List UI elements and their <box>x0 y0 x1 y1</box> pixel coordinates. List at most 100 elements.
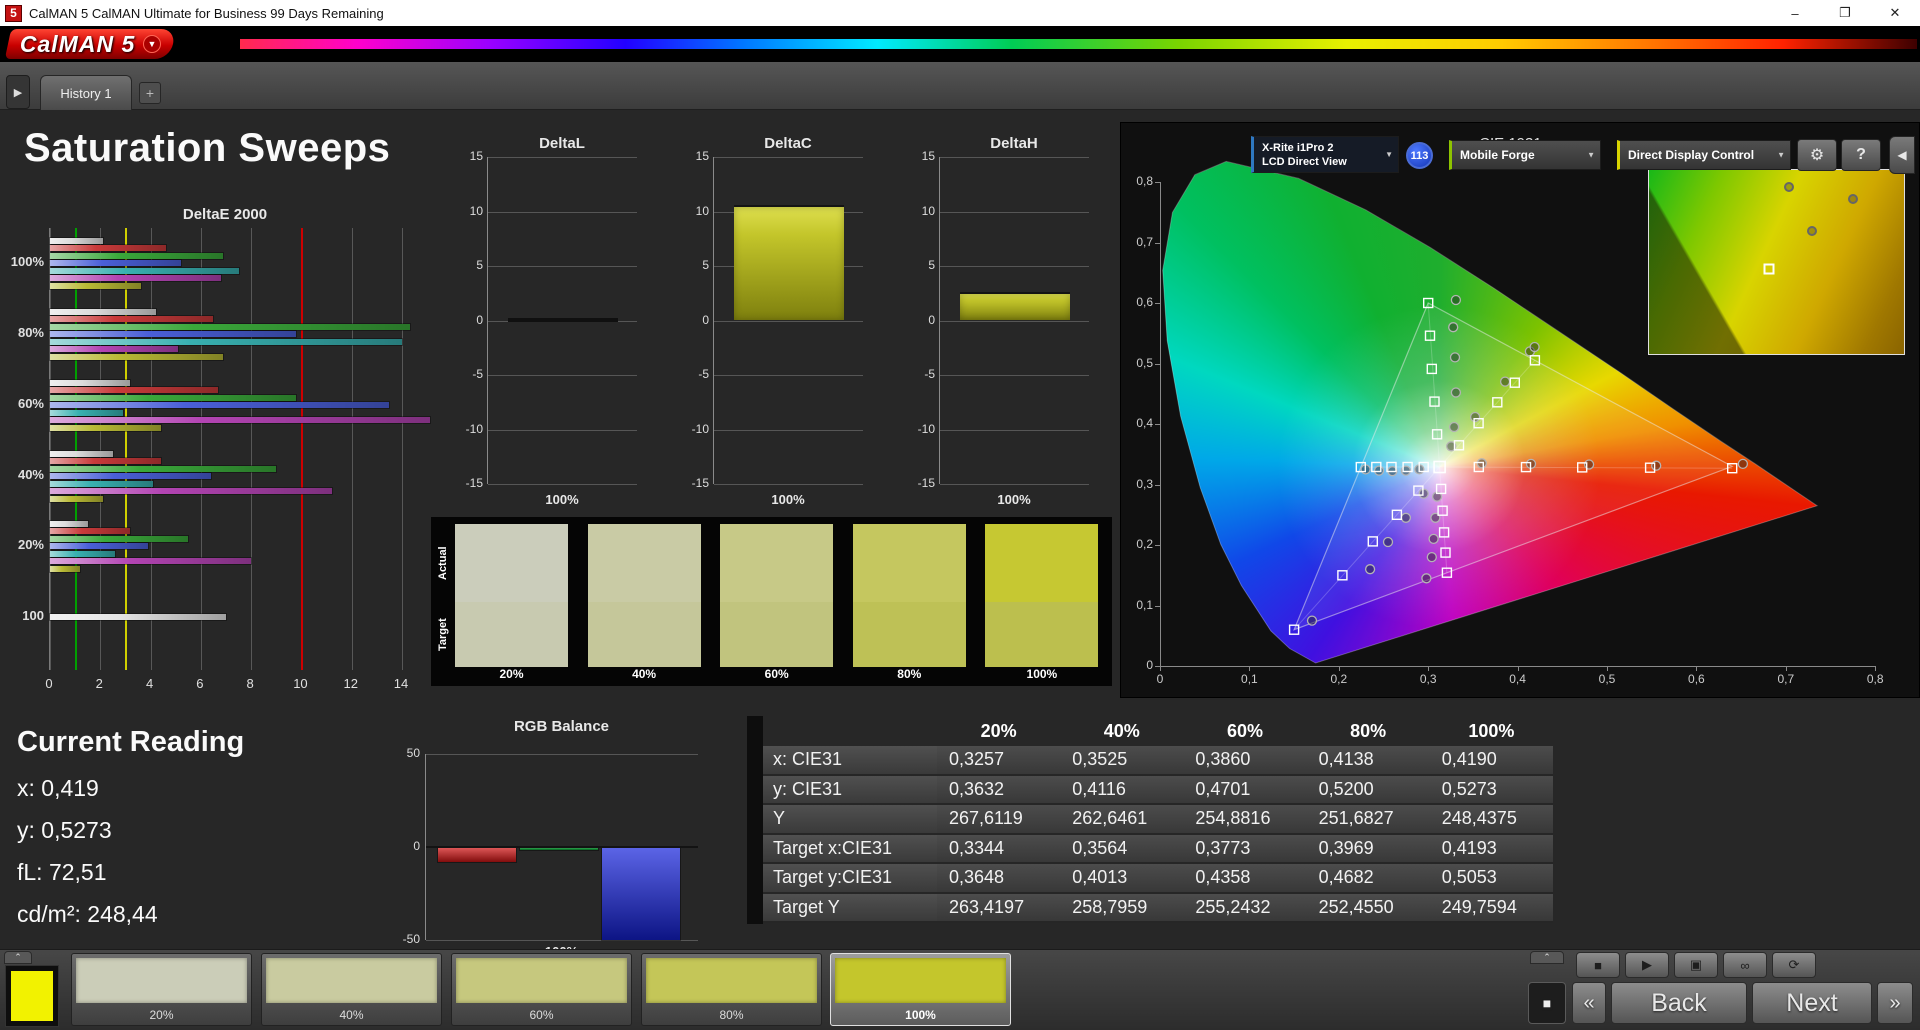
deltae-reference-line <box>301 228 304 670</box>
table-cell: 0,4193 <box>1429 834 1553 864</box>
next-button[interactable]: Next <box>1752 982 1872 1024</box>
stop-button[interactable]: ■ <box>1576 952 1620 978</box>
cie-y-tick-label: 0,5 <box>1136 355 1153 370</box>
cie-y-tick-label: 0,4 <box>1136 416 1153 430</box>
delta-gridline <box>714 429 863 431</box>
meter-line1: X-Rite i1Pro 2 <box>1262 141 1334 154</box>
previous-step-button[interactable]: « <box>1572 982 1606 1024</box>
deltae-bar <box>50 480 154 487</box>
table-cell: 248,4375 <box>1429 805 1553 835</box>
table-cell: 0,3257 <box>937 746 1061 776</box>
add-tab-button[interactable]: + <box>139 82 161 104</box>
actual-swatch <box>852 524 966 602</box>
close-button[interactable]: ✕ <box>1870 0 1920 26</box>
delta-x-label: 100% <box>997 492 1031 507</box>
swatch-column: 80% <box>852 517 966 686</box>
delta-y-tick-label: -15 <box>465 476 483 490</box>
deltae-y-label: 100 <box>22 608 44 623</box>
rgb-bar-red <box>438 847 516 862</box>
delta-y-tick-label: -5 <box>472 367 483 381</box>
data-table-grid: 20% 40% 60% 80% 100% x: CIE31 0,3257 0,3525 0,38… <box>747 716 1553 923</box>
deltae-bar <box>50 275 221 281</box>
pattern-button[interactable]: ▣ <box>1674 952 1718 978</box>
deltae-bar <box>50 353 224 360</box>
continuous-read-button[interactable]: ∞ <box>1723 952 1767 978</box>
delta-chart-title: DeltaL <box>539 135 585 152</box>
patch-tile-80%[interactable]: 80% <box>641 953 822 1026</box>
deltae-y-label: 100% <box>10 254 44 269</box>
cie-y-axis <box>1160 182 1161 667</box>
deltae-bar <box>50 535 189 542</box>
current-reading-lines: x: 0,419 y: 0,5273 fL: 72,51 cd/m²: 248,44 <box>17 775 327 943</box>
current-reading-title: Current Reading <box>17 726 245 758</box>
tab-history-1[interactable]: History 1 <box>40 75 132 110</box>
deltae-bar <box>50 495 103 502</box>
deltae-bar <box>50 520 88 527</box>
table-cell: 0,3773 <box>1183 834 1307 864</box>
maximize-button[interactable]: ❐ <box>1820 0 1870 26</box>
cie-x-tick-label: 0,2 <box>1330 672 1348 686</box>
deltae-gridline <box>351 228 353 670</box>
chevron-down-icon: ▼ <box>1777 150 1785 160</box>
pattern-icon: ▣ <box>1689 957 1703 972</box>
refresh-button[interactable]: ⟳ <box>1772 952 1816 978</box>
deltae-gridline <box>251 228 253 670</box>
delta-value-bar <box>508 317 618 322</box>
pattern-window-button[interactable]: ■ <box>1528 982 1566 1024</box>
table-cell: 0,5053 <box>1429 864 1553 894</box>
calman-logo-menu[interactable]: CalMAN 5 ▼ <box>4 29 177 59</box>
panel-expand-button[interactable]: ▶ <box>6 75 30 109</box>
deltae-reference-line <box>75 228 78 670</box>
expand-arrow-icon: ▶ <box>13 86 23 99</box>
deltae-y-label: 40% <box>17 467 44 482</box>
collapse-panel-button[interactable]: ◀ <box>1889 136 1915 174</box>
deltae-x-tick-label: 12 <box>343 676 358 691</box>
cie-y-tick-label: 0 <box>1146 658 1153 672</box>
collapse-transport-button[interactable]: ⌃ <box>1530 951 1564 964</box>
play-button[interactable]: ▶ <box>1625 952 1669 978</box>
swatch-panel: Actual Target 20% 40% 60% 80% 100% <box>431 517 1112 686</box>
delta-y-tick-label: 15 <box>695 149 709 163</box>
patch-tile-60%[interactable]: 60% <box>451 953 632 1026</box>
back-button[interactable]: Back <box>1611 982 1747 1024</box>
source-dropdown[interactable]: Mobile Forge ▼ <box>1449 140 1601 170</box>
minimize-button[interactable]: – <box>1770 0 1820 26</box>
cie-y-tick-label: 0,7 <box>1136 234 1153 249</box>
skip-forward-button[interactable]: » <box>1877 982 1913 1024</box>
table-row-label: Target y:CIE31 <box>747 864 937 894</box>
table-cell: 0,4682 <box>1306 864 1430 894</box>
cie-x-tick <box>1338 666 1340 671</box>
swatch-label: 40% <box>632 667 657 681</box>
display-control-label: Direct Display Control <box>1628 148 1755 162</box>
patch-tile-label: 20% <box>149 1008 174 1022</box>
swatch-label: 60% <box>764 667 789 681</box>
delta-chart-plot <box>713 157 863 485</box>
patch-tile-20%[interactable]: 20% <box>71 953 252 1026</box>
deltae-bar <box>50 338 402 345</box>
patch-tile-100%[interactable]: 100% <box>830 953 1011 1026</box>
delta-y-tick-label: 5 <box>702 258 709 272</box>
deltae-bar <box>50 252 224 259</box>
table-cell: 0,3860 <box>1183 746 1307 776</box>
table-cell: 267,6119 <box>937 805 1061 835</box>
delta-gridline <box>488 211 637 213</box>
deltae-bar <box>50 614 226 620</box>
patch-tile-40%[interactable]: 40% <box>261 953 442 1026</box>
meter-dropdown[interactable]: X-Rite i1Pro 2 LCD Direct View ▼ <box>1251 136 1399 173</box>
table-corner-cell <box>747 716 937 746</box>
delta-chart-deltal: DeltaL 15 10 5 0 -5 -10 -15 100% <box>462 135 688 515</box>
delta-y-tick-label: -10 <box>917 421 935 436</box>
cie-y-tick-label: 0,3 <box>1136 476 1153 491</box>
current-reading-panel: Current Reading x: 0,419 y: 0,5273 fL: 72,… <box>17 726 327 943</box>
settings-button[interactable]: ⚙ <box>1797 139 1837 171</box>
target-swatch <box>720 602 834 667</box>
deltae-x-tick-label: 10 <box>293 676 308 691</box>
cie-x-tick-label: 0,3 <box>1419 672 1437 686</box>
patch-tile-label: 40% <box>339 1008 364 1022</box>
display-control-dropdown[interactable]: Direct Display Control ▼ <box>1617 140 1791 170</box>
table-cell: 254,8816 <box>1183 805 1307 835</box>
help-button[interactable]: ? <box>1841 139 1881 171</box>
delta-gridline <box>940 375 1089 376</box>
delta-y-tick-label: -10 <box>691 421 709 436</box>
expand-patch-list-button[interactable]: ⌃ <box>4 951 32 964</box>
